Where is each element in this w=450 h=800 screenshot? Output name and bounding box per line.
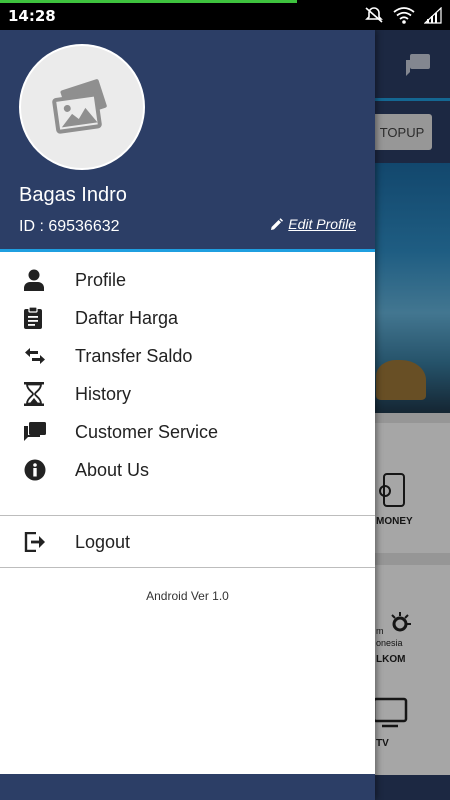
pencil-icon [271,217,284,230]
chat-icon [24,422,46,441]
menu-divider [0,515,375,516]
logout-button[interactable]: Logout [0,523,375,561]
download-progress-bar [0,0,297,3]
logout-icon [24,532,45,552]
menu-label: Customer Service [75,421,219,442]
signal-icon [424,6,442,24]
menu-item-profile[interactable]: Profile [0,261,375,299]
menu-label: History [75,383,132,404]
logout-divider [0,567,375,568]
header-accent-line [0,249,375,252]
status-bar: 14:28 [0,0,450,30]
menu-label: Profile [75,269,127,290]
edit-profile-link[interactable]: Edit Profile [270,216,356,232]
mute-icon [365,7,383,23]
menu-item-history[interactable]: History [0,375,375,413]
drawer-bottom-bar [0,774,375,800]
info-icon [24,459,46,481]
wifi-icon [393,6,415,24]
avatar[interactable] [19,44,145,170]
swap-arrows-icon [25,348,45,364]
navigation-drawer: Bagas Indro ID : 69536632 Edit Profile P… [0,30,375,800]
menu-item-about-us[interactable]: About Us [0,451,375,489]
drawer-menu: Profile Daftar Harga Transfer Saldo Hist… [0,261,375,489]
menu-item-customer-service[interactable]: Customer Service [0,413,375,451]
status-icons [364,6,442,24]
app-version: Android Ver 1.0 [146,589,229,603]
menu-item-daftar-harga[interactable]: Daftar Harga [0,299,375,337]
menu-label: Transfer Saldo [75,345,193,366]
image-placeholder-icon [52,79,107,134]
user-name: Bagas Indro [19,184,127,206]
drawer-header: Bagas Indro ID : 69536632 Edit Profile [0,30,375,250]
status-time: 14:28 [8,7,56,25]
menu-label: Daftar Harga [75,307,179,328]
user-id: ID : 69536632 [19,218,120,235]
menu-label: About Us [75,459,150,480]
logout-label: Logout [75,531,131,552]
person-icon [24,269,44,291]
menu-item-transfer-saldo[interactable]: Transfer Saldo [0,337,375,375]
clipboard-icon [24,307,42,329]
edit-profile-label: Edit Profile [288,216,356,232]
hourglass-icon [24,382,44,406]
